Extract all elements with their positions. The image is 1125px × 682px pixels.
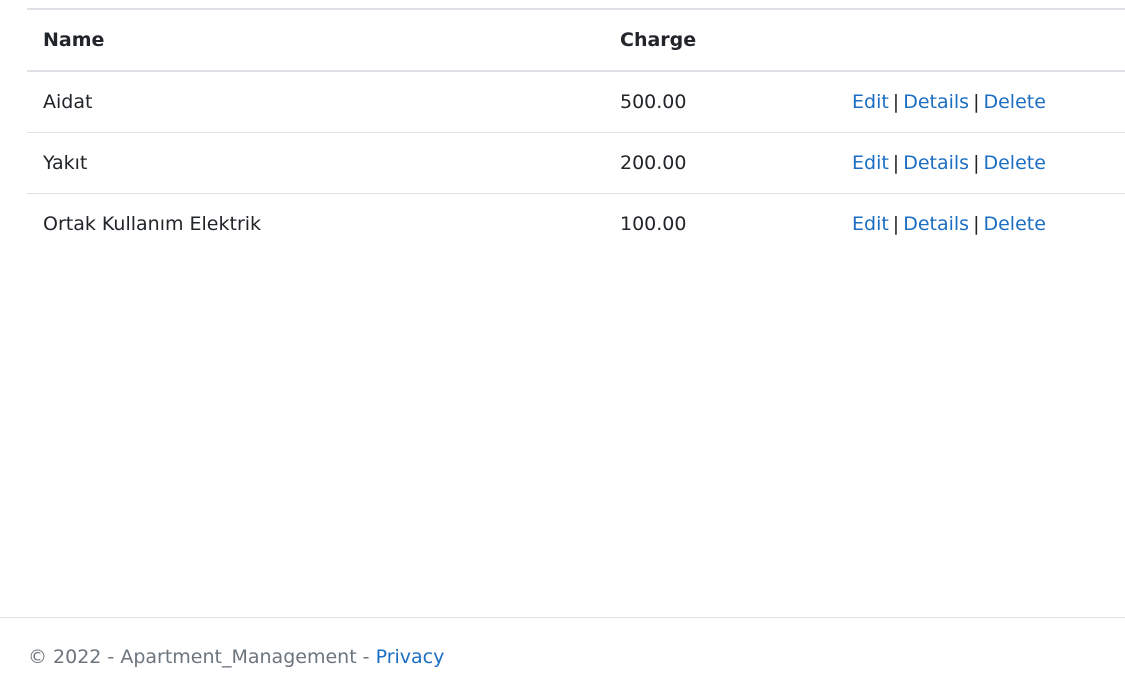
cell-actions: Edit | Details | Delete [836, 70, 1125, 132]
separator: | [973, 212, 980, 235]
delete-link[interactable]: Delete [983, 152, 1045, 174]
table-body: Aidat 500.00 Edit | Details | Delete Yakıt 2… [27, 70, 1125, 254]
edit-link[interactable]: Edit [852, 213, 889, 235]
separator: | [973, 151, 980, 174]
edit-link[interactable]: Edit [852, 91, 889, 113]
page: Name Charge Aidat 500.00 Edit | Details | De… [0, 0, 1125, 682]
details-link[interactable]: Details [903, 91, 969, 113]
delete-link[interactable]: Delete [983, 91, 1045, 113]
cell-charge: 100.00 [604, 192, 836, 254]
separator: | [892, 151, 900, 174]
cell-name: Yakıt [27, 131, 604, 193]
table-row: Yakıt 200.00 Edit | Details | Delete [27, 131, 1125, 193]
table-row: Aidat 500.00 Edit | Details | Delete [27, 70, 1125, 132]
separator: | [892, 212, 900, 235]
table-header: Name Charge [27, 8, 1125, 72]
cell-charge: 500.00 [604, 70, 836, 132]
cell-actions: Edit | Details | Delete [836, 131, 1125, 193]
separator: | [973, 90, 980, 113]
cell-charge: 200.00 [604, 131, 836, 193]
page-footer: © 2022 - Apartment_Management - Privacy [0, 617, 1125, 682]
delete-link[interactable]: Delete [983, 213, 1045, 235]
charges-table: Name Charge Aidat 500.00 Edit | Details | De… [27, 8, 1125, 254]
column-header-actions [836, 8, 1125, 72]
footer-content: © 2022 - Apartment_Management - Privacy [28, 646, 444, 668]
header-row: Name Charge [27, 8, 1125, 72]
details-link[interactable]: Details [903, 213, 969, 235]
privacy-link[interactable]: Privacy [376, 646, 445, 668]
column-header-name: Name [27, 8, 604, 72]
edit-link[interactable]: Edit [852, 152, 889, 174]
copyright-text: © 2022 - Apartment_Management - [28, 646, 376, 668]
table-row: Ortak Kullanım Elektrik 100.00 Edit | Deta… [27, 192, 1125, 254]
cell-actions: Edit | Details | Delete [836, 192, 1125, 254]
column-header-charge: Charge [604, 8, 836, 72]
cell-name: Ortak Kullanım Elektrik [27, 192, 604, 254]
details-link[interactable]: Details [903, 152, 969, 174]
cell-name: Aidat [27, 70, 604, 132]
separator: | [892, 90, 900, 113]
